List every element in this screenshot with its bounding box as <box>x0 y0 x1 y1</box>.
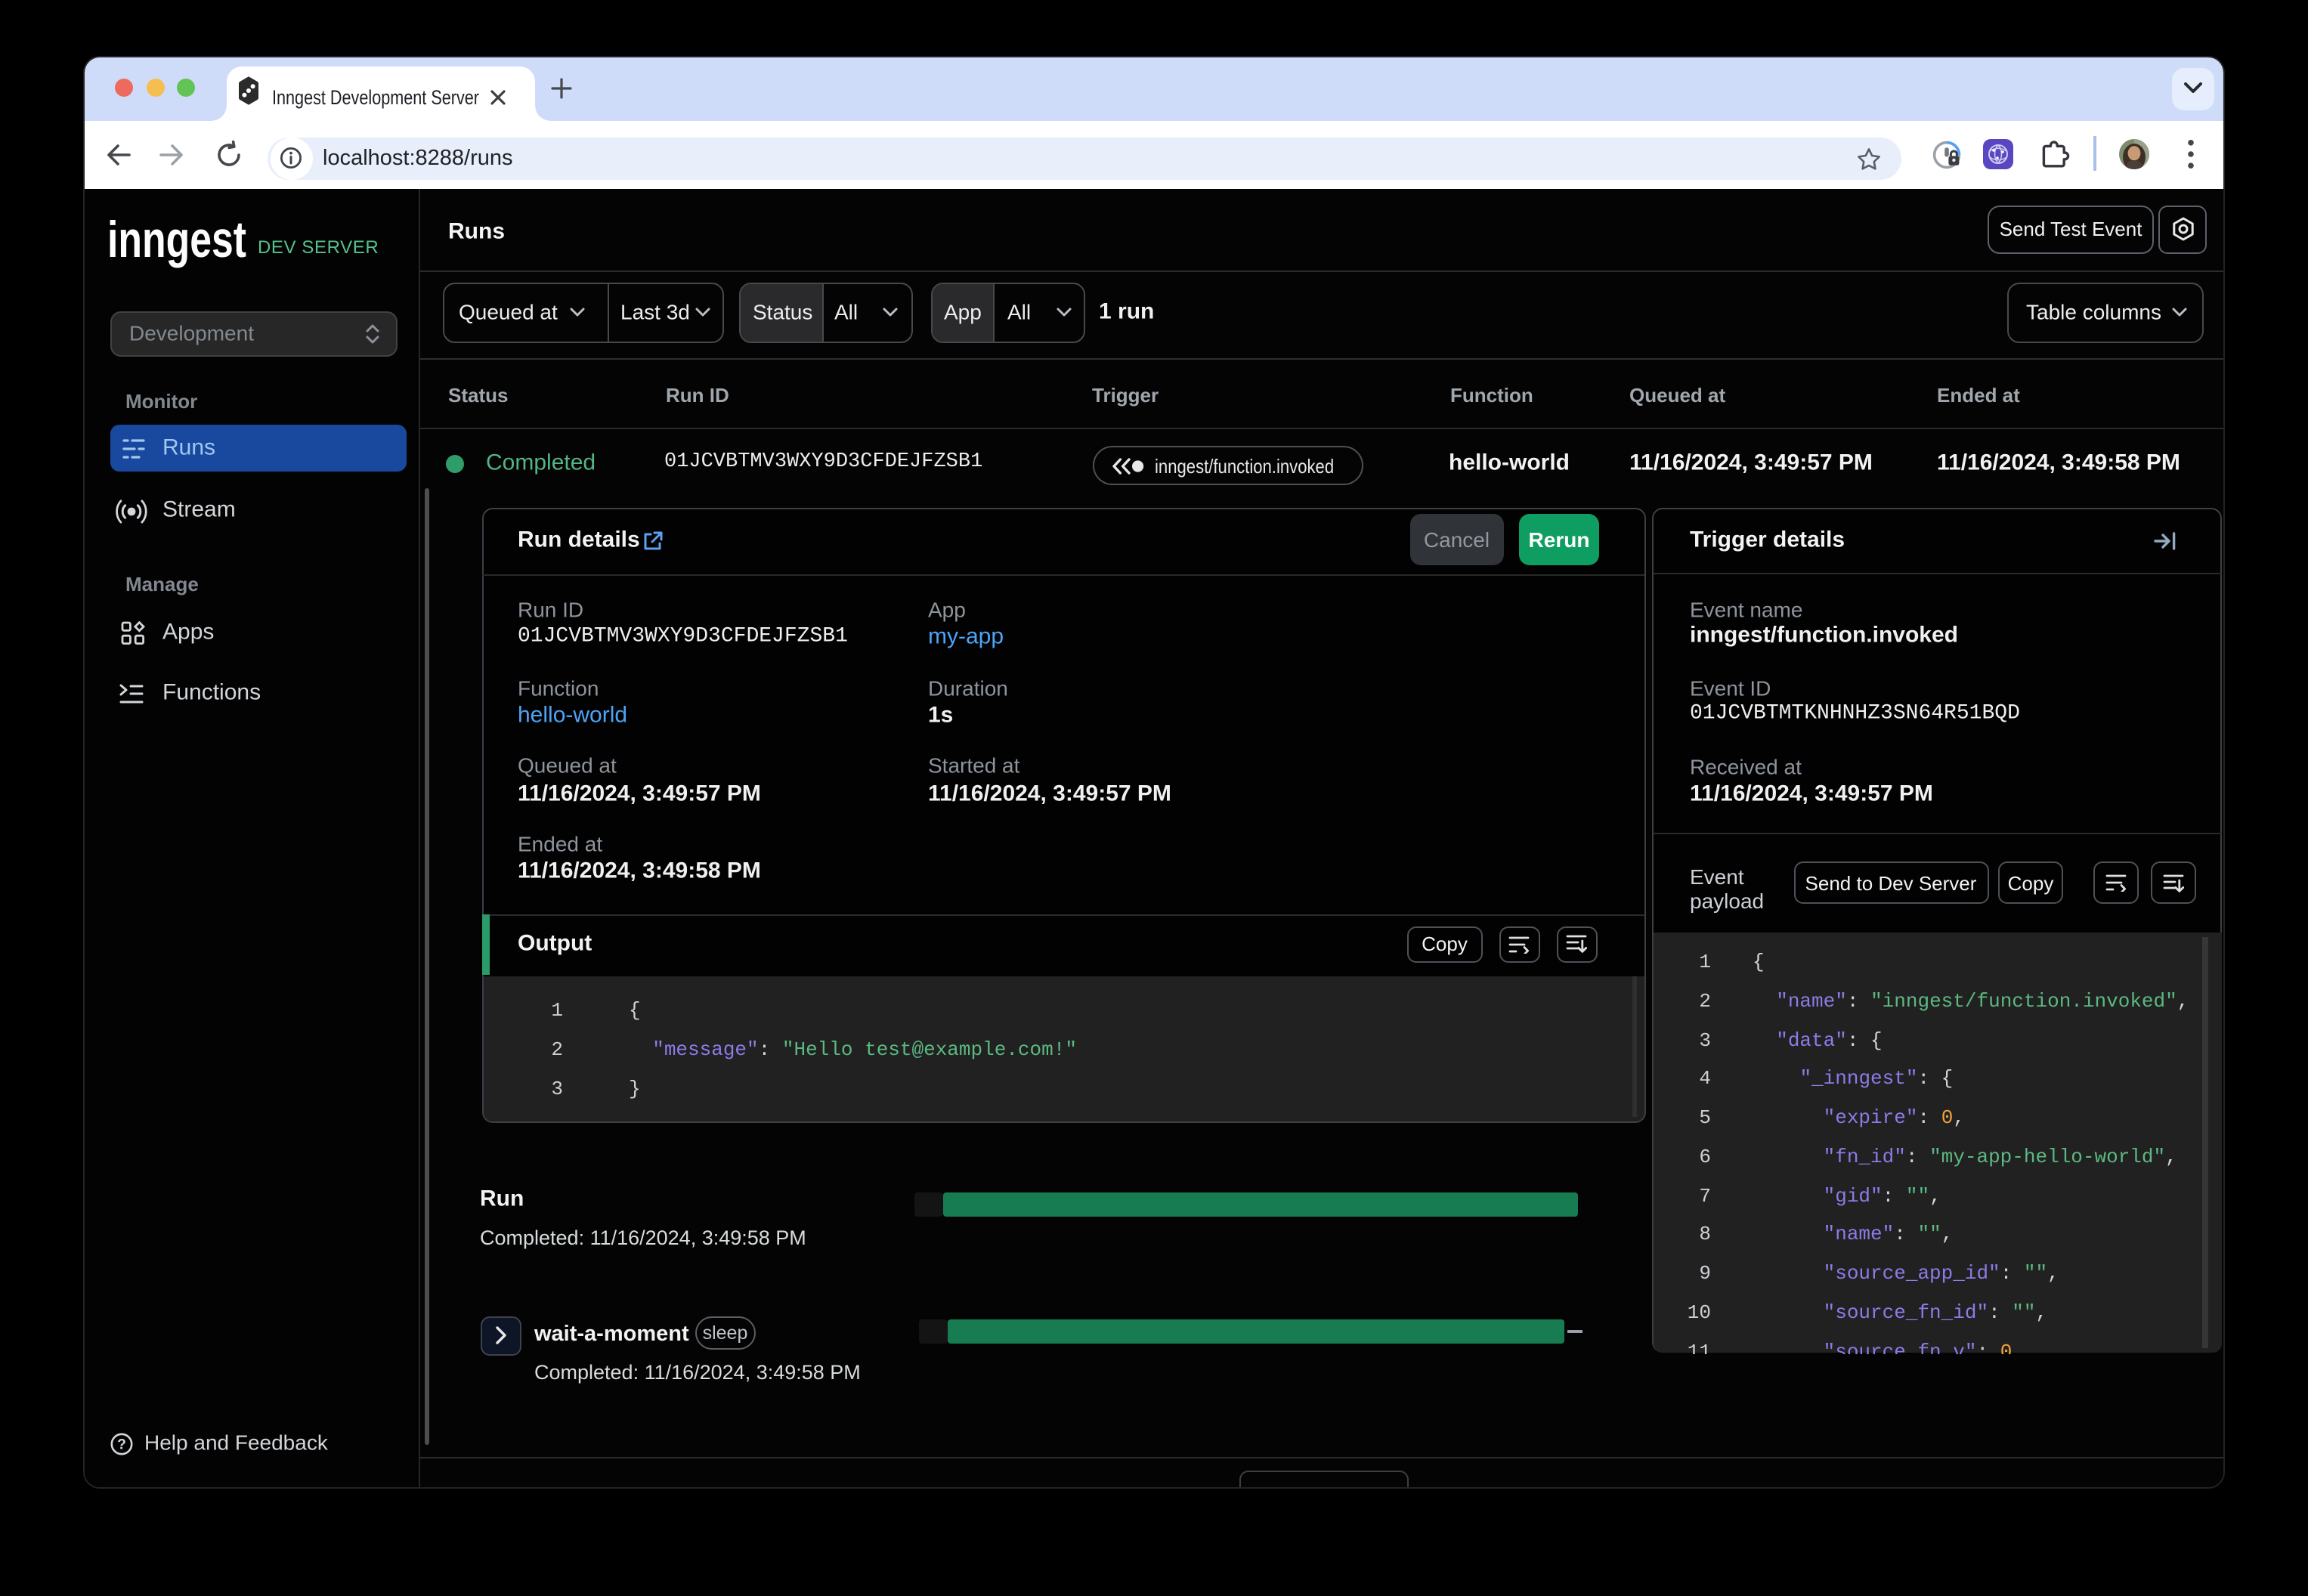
svg-text:?: ? <box>117 1437 126 1452</box>
svg-text:inngest: inngest <box>107 213 246 268</box>
svg-text:Inngest Development Server: Inngest Development Server <box>272 86 479 109</box>
